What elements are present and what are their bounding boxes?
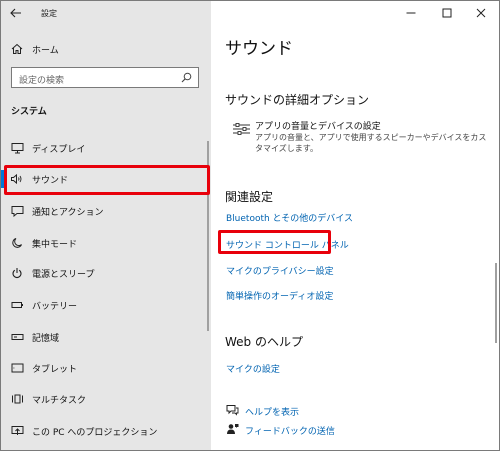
close-icon: [476, 8, 486, 18]
page-title: サウンド: [225, 39, 293, 59]
battery-icon: [10, 298, 24, 312]
mixer-icon: [231, 121, 251, 137]
get-help-row[interactable]: ヘルプを表示: [225, 402, 365, 418]
multitask-icon: [10, 392, 24, 406]
main-content: サウンド サウンドの詳細オプション アプリの音量とデバイスの設定 アプリの音量と…: [211, 1, 499, 450]
back-arrow-icon[interactable]: [9, 6, 23, 20]
web-help-heading: Web のヘルプ: [225, 335, 303, 349]
feedback-icon: [225, 422, 239, 435]
close-button[interactable]: [463, 1, 499, 25]
sidebar-item-label: 記憶域: [32, 334, 60, 344]
sidebar-item-label: タブレット: [32, 365, 78, 375]
help-chat-icon: [225, 403, 239, 416]
sidebar-item-focus[interactable]: 集中モード: [1, 229, 211, 257]
minimize-icon: [406, 12, 416, 14]
sidebar-home-label: ホーム: [32, 46, 59, 56]
sidebar-item-display[interactable]: ディスプレイ: [1, 134, 211, 162]
window-title: 設定: [41, 9, 57, 18]
app-volume-item[interactable]: アプリの音量とデバイスの設定 アプリの音量と、アプリで使用するスピーカーやデバイ…: [231, 118, 493, 158]
sidebar: 設定 ホーム 設定の検索 システム ディスプレイ サウンド 通知とアクション 集…: [1, 1, 211, 450]
maximize-button[interactable]: [429, 1, 465, 25]
sidebar-item-label: この PC へのプロジェクション: [32, 428, 158, 438]
feedback-label: フィードバックの送信: [245, 427, 335, 437]
mic-setup-link[interactable]: マイクの設定: [226, 362, 280, 375]
sidebar-item-storage[interactable]: 記憶域: [1, 323, 211, 351]
sidebar-item-tablet[interactable]: タブレット: [1, 354, 211, 382]
maximize-icon: [442, 8, 452, 18]
sound-nav-highlight: [4, 165, 210, 195]
sidebar-item-label: 集中モード: [32, 240, 78, 250]
settings-window: 設定 ホーム 設定の検索 システム ディスプレイ サウンド 通知とアクション 集…: [0, 0, 500, 451]
app-volume-title: アプリの音量とデバイスの設定: [255, 122, 381, 132]
app-volume-desc: アプリの音量と、アプリで使用するスピーカーやデバイスをカスタマイズします。: [255, 133, 487, 153]
advanced-heading: サウンドの詳細オプション: [225, 93, 370, 107]
sidebar-item-label: 電源とスリープ: [32, 270, 95, 280]
sidebar-item-label: 通知とアクション: [32, 208, 104, 218]
projection-icon: [10, 424, 24, 438]
search-box[interactable]: 設定の検索: [11, 67, 199, 88]
search-placeholder: 設定の検索: [19, 76, 65, 86]
home-icon: [10, 42, 24, 56]
search-icon[interactable]: [180, 71, 193, 84]
sidebar-item-power[interactable]: 電源とスリープ: [1, 259, 211, 287]
sidebar-item-label: マルチタスク: [32, 396, 87, 406]
ease-of-access-audio-link[interactable]: 簡単操作のオーディオ設定: [226, 289, 333, 302]
main-scrollbar[interactable]: [495, 263, 497, 343]
bluetooth-link[interactable]: Bluetooth とその他のデバイス: [226, 211, 353, 224]
sidebar-item-projection[interactable]: この PC へのプロジェクション: [1, 417, 211, 445]
sidebar-item-multitasking[interactable]: マルチタスク: [1, 385, 211, 413]
sidebar-item-home[interactable]: ホーム: [1, 39, 211, 59]
minimize-button[interactable]: [393, 1, 429, 25]
mic-privacy-link[interactable]: マイクのプライバシー設定: [226, 264, 334, 277]
sidebar-item-label: ディスプレイ: [32, 145, 86, 155]
sidebar-item-notifications[interactable]: 通知とアクション: [1, 197, 211, 225]
moon-icon: [10, 236, 24, 250]
feedback-row[interactable]: フィードバックの送信: [225, 421, 385, 437]
notification-icon: [10, 204, 24, 218]
related-heading: 関連設定: [225, 190, 274, 204]
sidebar-item-battery[interactable]: バッテリー: [1, 291, 211, 319]
get-help-label: ヘルプを表示: [245, 408, 300, 418]
storage-icon: [10, 330, 24, 344]
sidebar-item-label: バッテリー: [32, 302, 78, 312]
display-icon: [10, 141, 24, 155]
sound-control-panel-highlight: [218, 230, 331, 254]
section-title: システム: [11, 107, 47, 117]
power-icon: [10, 266, 24, 280]
tablet-icon: [10, 361, 24, 375]
